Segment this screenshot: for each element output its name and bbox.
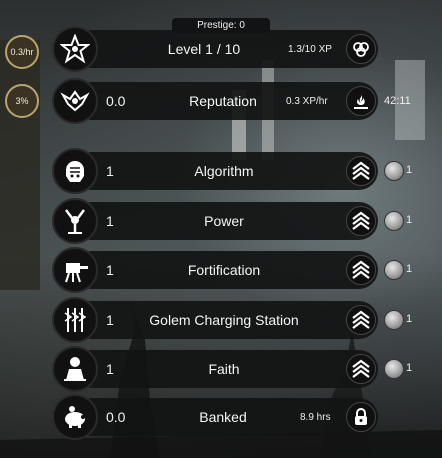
padlock-icon[interactable] bbox=[346, 402, 376, 432]
rank-up-icon[interactable] bbox=[346, 255, 376, 285]
rank-up-icon[interactable] bbox=[346, 304, 376, 335]
coin-icon bbox=[384, 260, 404, 280]
eagle-emblem-icon[interactable] bbox=[52, 78, 98, 124]
piggy-bank-icon[interactable] bbox=[52, 394, 98, 440]
banked-time: 8.9 hrs bbox=[300, 412, 331, 423]
upgrade-cost: 1 bbox=[406, 213, 413, 226]
upgrade-label: Fortification bbox=[187, 262, 261, 278]
rank-up-icon[interactable] bbox=[346, 205, 376, 236]
upgrade-label: Faith bbox=[208, 361, 240, 377]
orbs-icon[interactable] bbox=[346, 34, 376, 64]
reputation-value: 0.0 bbox=[106, 93, 126, 109]
brain-head-icon[interactable] bbox=[52, 148, 98, 194]
level-label: Level 1 / 10 bbox=[167, 41, 241, 57]
upgrade-cost: 1 bbox=[406, 263, 413, 275]
turret-icon[interactable] bbox=[52, 247, 98, 293]
reputation-rate-badge: 3% bbox=[5, 84, 39, 118]
upgrade-cost: 1 bbox=[406, 164, 413, 176]
level-rate-badge: 0.3/hr bbox=[5, 35, 39, 69]
reputation-timer: 42:11 bbox=[384, 95, 411, 107]
upgrade-label: Algorithm bbox=[194, 163, 254, 179]
banked-label: Banked bbox=[199, 409, 247, 425]
praying-figure-icon[interactable] bbox=[52, 346, 98, 392]
coin-icon bbox=[384, 309, 404, 330]
coin-icon bbox=[384, 359, 404, 379]
upgrade-label: Golem Charging Station bbox=[149, 311, 299, 328]
upgrade-label: Power bbox=[204, 212, 244, 229]
xp-readout: 1.3/10 XP bbox=[288, 44, 332, 55]
banked-value: 0.0 bbox=[106, 409, 126, 425]
upgrade-cost: 1 bbox=[406, 362, 413, 374]
reputation-xp-rate: 0.3 XP/hr bbox=[286, 96, 328, 107]
hand-flame-icon[interactable] bbox=[346, 86, 376, 116]
reputation-label: Reputation bbox=[189, 93, 257, 109]
coin-icon bbox=[384, 161, 404, 181]
power-figure-icon[interactable] bbox=[52, 197, 98, 244]
rank-up-icon[interactable] bbox=[346, 354, 376, 384]
star-emblem-icon[interactable] bbox=[52, 26, 98, 72]
rank-up-icon[interactable] bbox=[346, 156, 376, 186]
upgrade-cost: 1 bbox=[406, 312, 413, 325]
lightning-rods-icon[interactable] bbox=[52, 296, 98, 343]
coin-icon bbox=[384, 210, 404, 231]
